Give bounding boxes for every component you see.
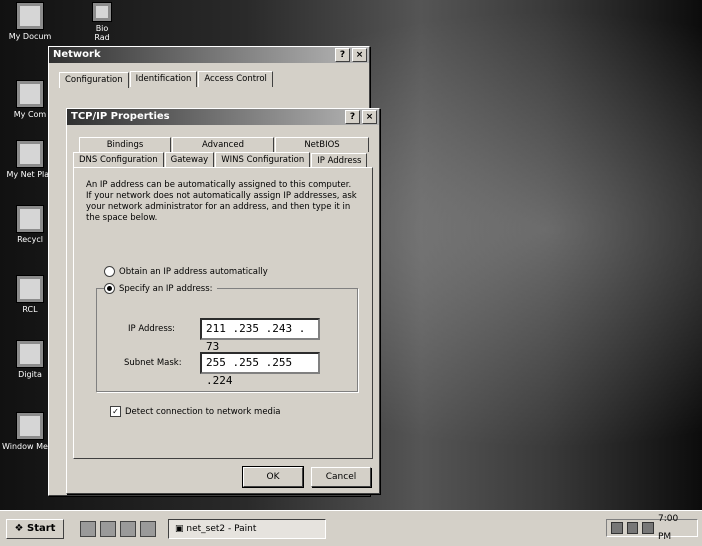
subnet-mask-field[interactable]: 255 .255 .255 .224 (200, 352, 320, 387)
volume-tray-icon[interactable] (642, 522, 654, 534)
quicklaunch-outlook-icon[interactable] (100, 521, 116, 537)
network-titlebar[interactable]: Network ? × (49, 47, 369, 63)
desktop-icon-bio-rad[interactable]: Bio Rad (82, 2, 122, 42)
tcpip-tabs-row2: DNS Configuration Gateway WINS Configura… (73, 152, 379, 169)
network-tray-icon[interactable] (611, 522, 623, 534)
radio-obtain-automatically[interactable]: Obtain an IP address automatically (104, 266, 268, 277)
desktop-icon-label: Bio Rad (94, 24, 110, 42)
taskbar-task-paint[interactable]: ▣ net_set2 - Paint (168, 519, 326, 539)
quicklaunch-ie-icon[interactable] (80, 521, 96, 537)
camera-icon (16, 340, 44, 368)
network-icon (16, 140, 44, 168)
tcpip-dialog: TCP/IP Properties ? × Bindings Advanced … (66, 108, 380, 494)
computer-icon (16, 80, 44, 108)
folder-icon (16, 2, 44, 30)
subnet-mask-label: Subnet Mask: (124, 358, 182, 368)
window-title: Network (53, 49, 101, 60)
recycle-bin-icon (16, 205, 44, 233)
radio-label: Obtain an IP address automatically (119, 266, 268, 277)
start-label: Start (27, 523, 56, 534)
help-button[interactable]: ? (345, 110, 360, 124)
tcpip-tabs-row1: Bindings Advanced NetBIOS (79, 137, 379, 152)
tab-identification[interactable]: Identification (129, 71, 198, 87)
paint-icon: ▣ (175, 524, 184, 534)
tab-gateway[interactable]: Gateway (164, 152, 215, 168)
ip-address-panel: An IP address can be automatically assig… (73, 167, 373, 459)
tab-dns-configuration[interactable]: DNS Configuration (73, 152, 164, 168)
tab-access-control[interactable]: Access Control (198, 71, 273, 87)
tab-configuration[interactable]: Configuration (59, 72, 129, 88)
dialog-title: TCP/IP Properties (71, 111, 170, 122)
tab-wins-configuration[interactable]: WINS Configuration (215, 152, 311, 168)
radio-indicator (104, 266, 115, 277)
app-icon (16, 275, 44, 303)
clock[interactable]: 7:00 PM (658, 510, 693, 546)
start-button[interactable]: ❖ Start (6, 519, 64, 539)
tab-bindings[interactable]: Bindings (79, 137, 171, 152)
detect-connection-checkbox[interactable]: ✓ Detect connection to network media (110, 406, 281, 417)
taskbar: ❖ Start ▣ net_set2 - Paint 7:00 PM (0, 510, 702, 546)
checkbox-label: Detect connection to network media (125, 406, 281, 417)
app-icon (92, 2, 112, 22)
desktop-icon-label: My Docum (8, 32, 52, 41)
help-button[interactable]: ? (335, 48, 350, 62)
network-tabs: Configuration Identification Access Cont… (59, 71, 369, 88)
quicklaunch-channels-icon[interactable] (120, 521, 136, 537)
display-tray-icon[interactable] (626, 522, 639, 534)
windows-logo-icon: ❖ (14, 523, 24, 534)
cancel-button[interactable]: Cancel (311, 467, 371, 487)
desktop: Bio Rad My Docum My Com My Net Plac Recy… (0, 0, 702, 510)
radio-indicator (104, 283, 115, 294)
checkmark-icon: ✓ (110, 406, 121, 417)
desktop-icon-my-documents[interactable]: My Docum (2, 2, 58, 41)
radio-specify-ip[interactable]: Specify an IP address: (104, 283, 217, 294)
ip-address-label: IP Address: (128, 324, 176, 334)
ok-button[interactable]: OK (242, 466, 304, 488)
system-tray: 7:00 PM (606, 514, 698, 542)
tcpip-titlebar[interactable]: TCP/IP Properties ? × (67, 109, 379, 125)
ip-address-field[interactable]: 211 .235 .243 . 73 (200, 318, 320, 353)
close-button[interactable]: × (352, 48, 367, 62)
radio-label: Specify an IP address: (119, 283, 213, 294)
ip-description: An IP address can be automatically assig… (86, 180, 357, 223)
task-label: net_set2 - Paint (186, 524, 257, 534)
close-button[interactable]: × (362, 110, 377, 124)
tab-netbios[interactable]: NetBIOS (275, 137, 369, 152)
tab-advanced[interactable]: Advanced (172, 137, 274, 152)
media-player-icon (16, 412, 44, 440)
quicklaunch-desktop-icon[interactable] (140, 521, 156, 537)
